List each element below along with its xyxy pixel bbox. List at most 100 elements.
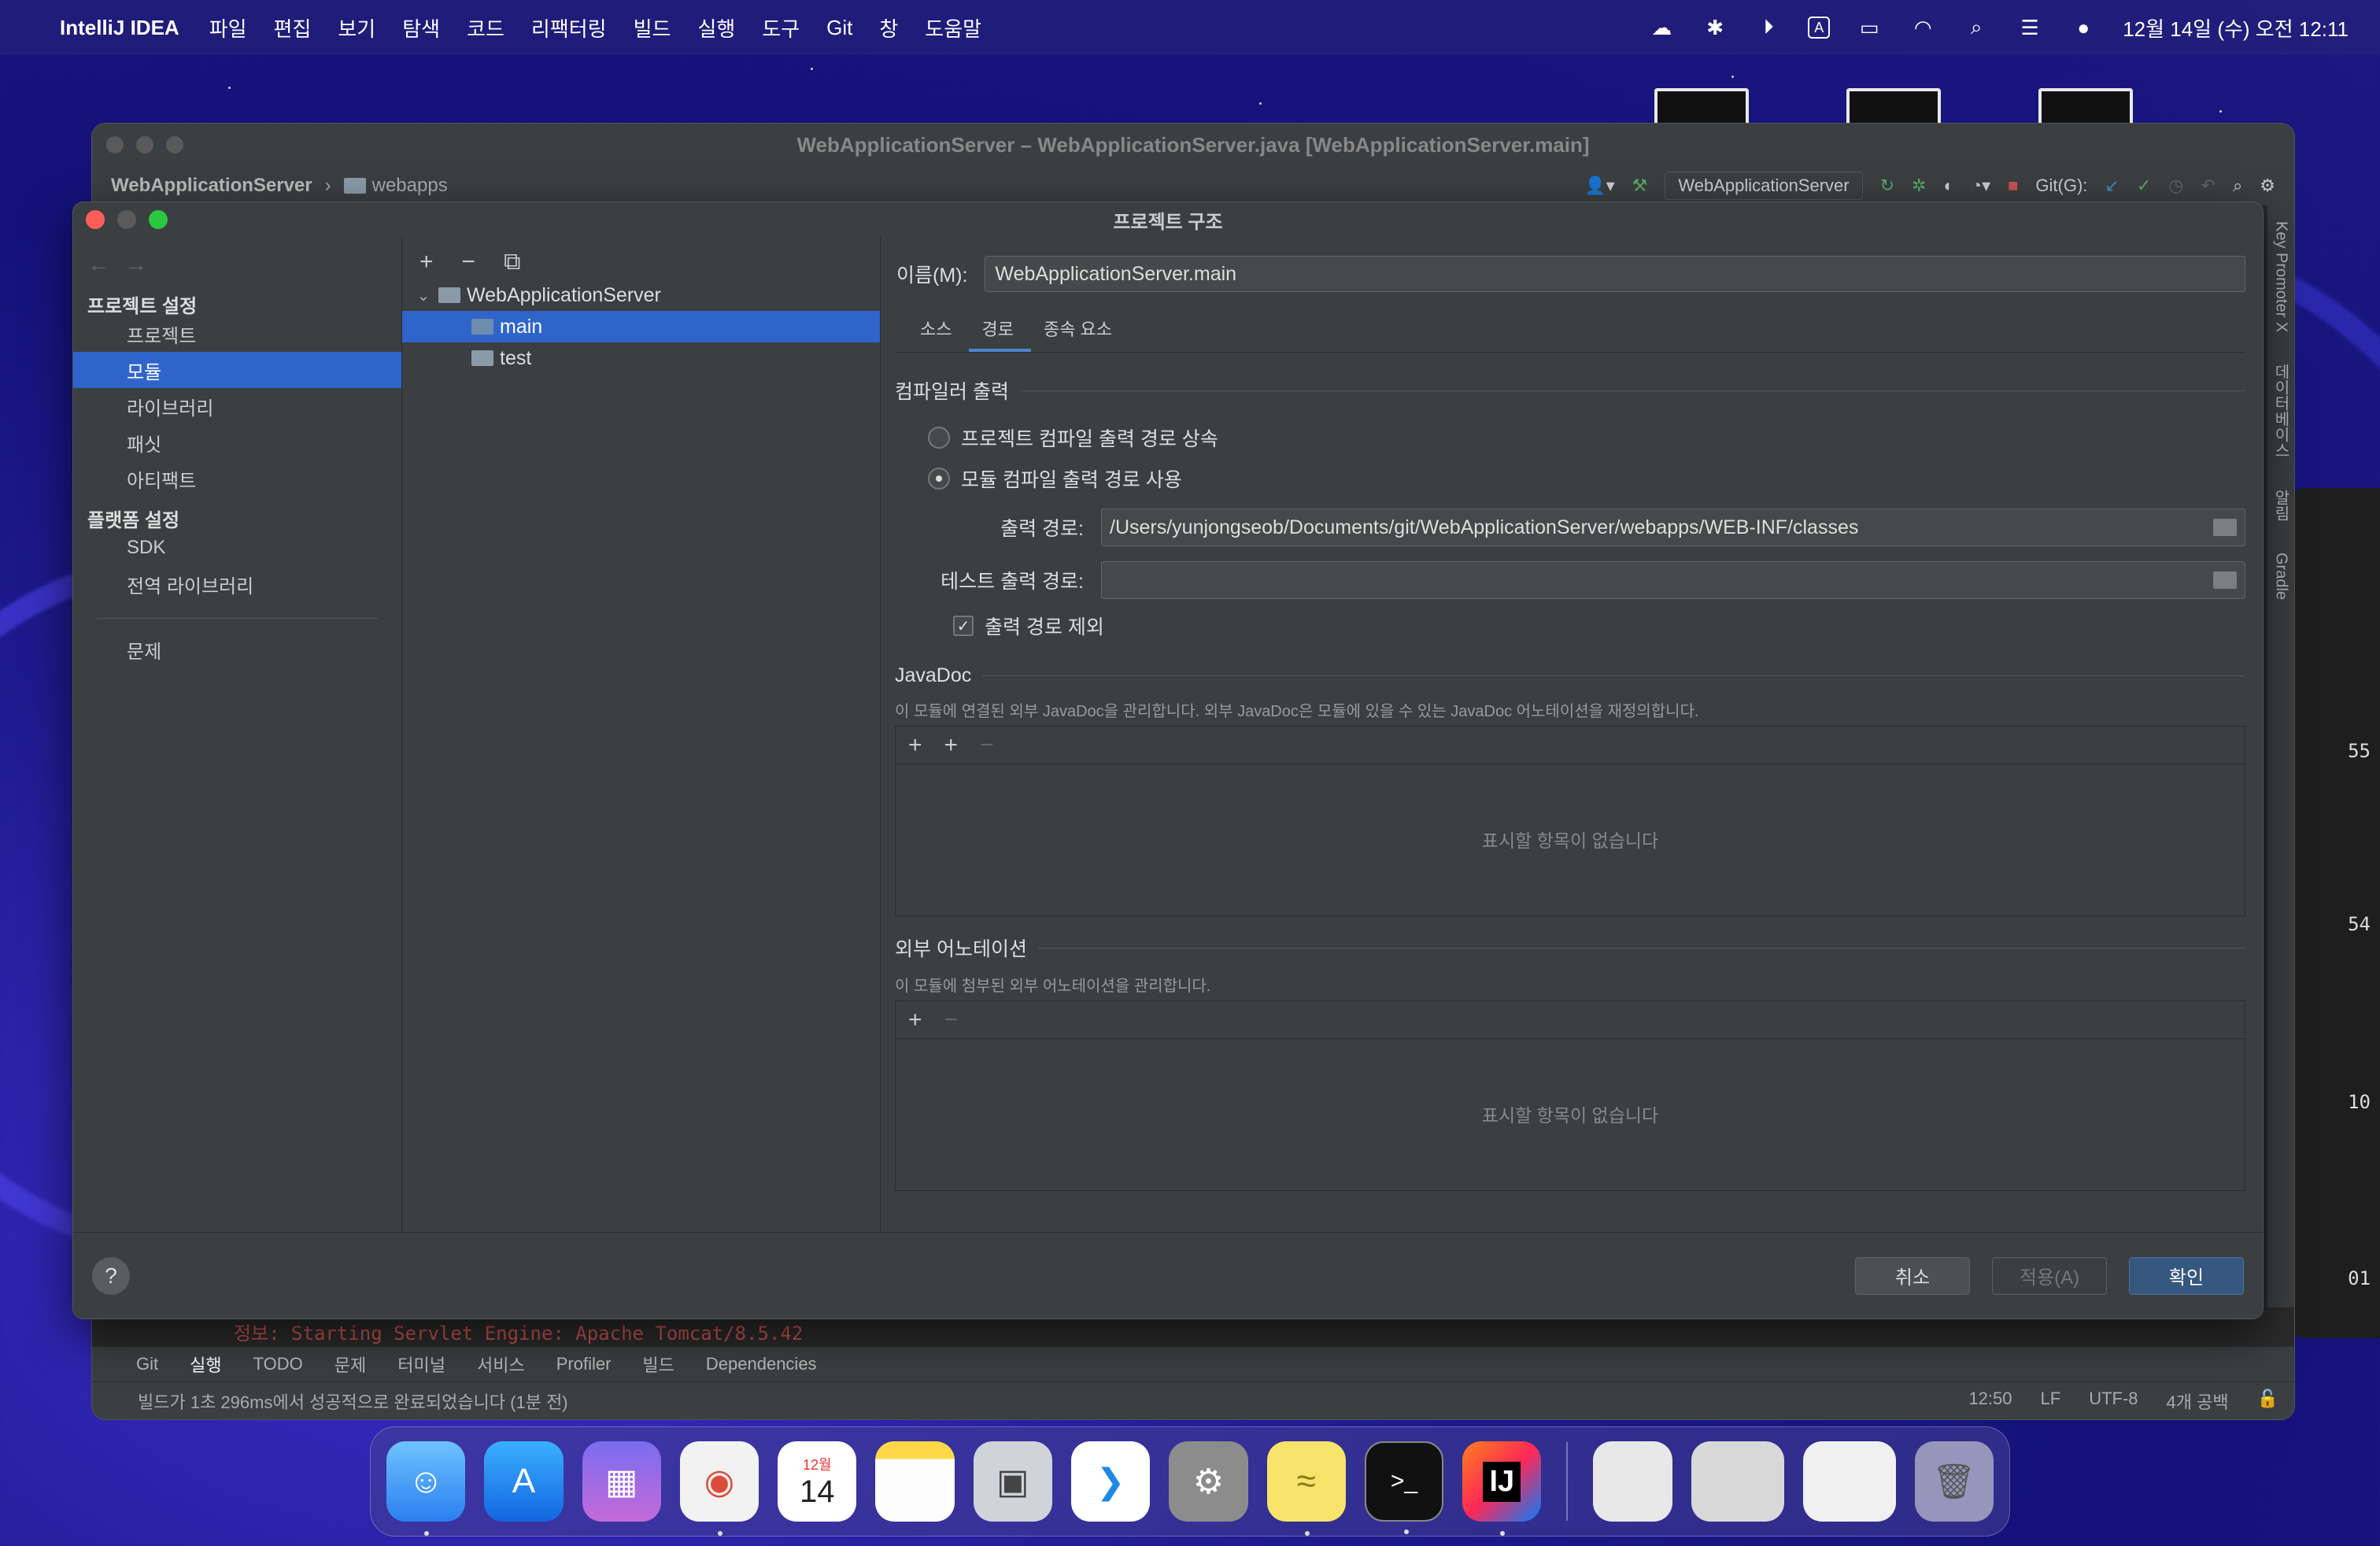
bluetooth-icon[interactable]: ✱ (1701, 16, 1729, 39)
minimized-window-icon[interactable] (1691, 1441, 1784, 1522)
git-update-icon[interactable]: ↙ (2105, 176, 2119, 196)
stickies-icon[interactable]: ≈ (1266, 1441, 1346, 1536)
tree-node-main[interactable]: main (402, 311, 880, 342)
minimized-window-icon[interactable] (1802, 1441, 1896, 1522)
battery-icon[interactable]: ▭ (1855, 16, 1883, 39)
remove-icon[interactable]: − (980, 732, 994, 759)
menu-build[interactable]: 빌드 (634, 13, 671, 43)
tab-terminal[interactable]: 터미널 (397, 1352, 445, 1377)
tab-services[interactable]: 서비스 (477, 1352, 525, 1377)
zoom-button[interactable] (166, 136, 183, 153)
remove-icon[interactable]: − (944, 1007, 959, 1034)
remove-icon[interactable]: − (462, 249, 476, 276)
launchpad-icon[interactable]: ▦ (582, 1441, 661, 1522)
sidebar-item-libraries[interactable]: 라이브러리 (73, 388, 401, 424)
menu-help[interactable]: 도움말 (925, 13, 981, 43)
tab-dependencies[interactable]: 종속 요소 (1031, 316, 1129, 352)
intellij-icon[interactable]: IJ (1462, 1441, 1542, 1536)
copy-icon[interactable]: ⧉ (504, 249, 520, 276)
git-rollback-icon[interactable]: ↶ (2201, 176, 2216, 196)
tab-todo[interactable]: TODO (253, 1354, 303, 1374)
desktop-file-thumbnail[interactable] (1654, 88, 1749, 126)
terminal-icon[interactable]: >_ (1364, 1441, 1444, 1534)
help-button[interactable]: ? (92, 1256, 130, 1295)
tab-paths[interactable]: 경로 (969, 316, 1032, 352)
radio-inherit[interactable] (928, 427, 950, 449)
run-configuration-selector[interactable]: WebApplicationServer (1665, 172, 1863, 200)
vscode-icon[interactable]: ❯ (1070, 1441, 1151, 1522)
tab-problems[interactable]: 문제 (334, 1352, 366, 1377)
input-source-indicator[interactable]: A (1808, 17, 1831, 39)
sidebar-item-project[interactable]: 프로젝트 (73, 316, 401, 352)
app-menu-name[interactable]: IntelliJ IDEA (60, 16, 179, 40)
ok-button[interactable]: 확인 (2129, 1256, 2244, 1295)
file-encoding[interactable]: UTF-8 (2089, 1389, 2138, 1414)
gradle-tool[interactable]: Gradle (2272, 553, 2290, 600)
key-promoter-tool[interactable]: Key Promoter X (2272, 221, 2290, 332)
finder-icon[interactable]: ☺ (386, 1441, 466, 1536)
test-output-path-field[interactable] (1101, 561, 2245, 599)
search-icon[interactable]: ⌕ (1962, 15, 1990, 39)
build-hammer-icon[interactable]: ⚒ (1632, 176, 1648, 196)
menu-git[interactable]: Git (826, 16, 852, 40)
exclude-output-checkbox[interactable]: ✓ (953, 616, 974, 636)
system-settings-icon[interactable]: ⚙ (1169, 1441, 1248, 1522)
dialog-titlebar[interactable]: 프로젝트 구조 (73, 202, 2263, 237)
menu-code[interactable]: 코드 (467, 13, 504, 43)
menu-tools[interactable]: 도구 (762, 13, 800, 43)
apply-button[interactable]: 적용(A) (1992, 1256, 2107, 1295)
add-icon[interactable]: + (908, 732, 922, 759)
tab-profiler[interactable]: Profiler (556, 1354, 612, 1374)
notes-icon[interactable] (875, 1441, 955, 1522)
tab-dependencies[interactable]: Dependencies (706, 1354, 817, 1374)
add-icon[interactable]: + (908, 1007, 922, 1034)
line-separator[interactable]: LF (2041, 1389, 2061, 1414)
tab-sources[interactable]: 소스 (907, 316, 969, 352)
search-everywhere-icon[interactable]: ⌕ (2233, 176, 2242, 196)
minimize-button[interactable] (117, 210, 136, 229)
back-arrow-icon[interactable]: ← (87, 252, 109, 277)
user-icon[interactable]: 👤▾ (1584, 176, 1614, 196)
radio-module-output[interactable] (928, 468, 950, 490)
chrome-icon[interactable]: ◉ (679, 1441, 759, 1536)
tree-node-root[interactable]: ⌄ WebApplicationServer (402, 279, 880, 311)
stop-icon[interactable]: ■ (2008, 176, 2018, 196)
menubar-clock[interactable]: 12월 14일 (수) 오전 12:11 (2123, 13, 2349, 43)
sidebar-item-facets[interactable]: 패싯 (73, 424, 401, 460)
calendar-icon[interactable]: 12월 14 (778, 1441, 857, 1522)
module-name-field[interactable]: WebApplicationServer.main (985, 256, 2245, 292)
module-output-option[interactable]: 모듈 컴파일 출력 경로 사용 (928, 458, 2245, 499)
breadcrumb-folder[interactable]: webapps (372, 175, 448, 197)
siri-icon[interactable]: ● (2069, 16, 2097, 39)
git-history-icon[interactable]: ◷ (2168, 176, 2183, 196)
add-url-icon[interactable]: + (944, 732, 959, 759)
desktop-file-thumbnail[interactable] (1846, 88, 1941, 126)
status-message[interactable]: 빌드가 1초 296ms에서 성공적으로 완료되었습니다 (1분 전) (138, 1389, 568, 1414)
trash-icon[interactable]: 🗑 (1914, 1441, 1994, 1522)
notifications-tool[interactable]: 알림 (2270, 490, 2293, 521)
wifi-icon[interactable]: ◠ (1909, 16, 1937, 39)
zoom-button[interactable] (149, 210, 168, 229)
sidebar-item-problems[interactable]: 문제 (73, 631, 401, 668)
menu-view[interactable]: 보기 (338, 13, 375, 43)
menu-refactor[interactable]: 리팩터링 (531, 13, 607, 43)
caret-position[interactable]: 12:50 (1968, 1389, 2012, 1414)
inherit-output-option[interactable]: 프로젝트 컴파일 출력 경로 상속 (928, 417, 2245, 458)
minimize-button[interactable] (136, 136, 153, 153)
database-tool[interactable]: 데이터베이스 (2270, 364, 2293, 458)
indent-setting[interactable]: 4개 공백 (2167, 1389, 2229, 1414)
add-icon[interactable]: + (419, 249, 434, 276)
menu-navigate[interactable]: 탐색 (402, 13, 440, 43)
sidebar-item-modules[interactable]: 모듈 (73, 352, 401, 388)
breadcrumb-project[interactable]: WebApplicationServer (111, 175, 312, 197)
tab-build[interactable]: 빌드 (642, 1352, 674, 1377)
menu-file[interactable]: 파일 (209, 13, 247, 43)
close-button[interactable] (106, 136, 124, 153)
play-circle-icon[interactable]: ⏵ (1754, 15, 1783, 39)
debug-icon[interactable]: ✲ (1912, 176, 1926, 196)
rerun-icon[interactable]: ↻ (1880, 176, 1894, 196)
cloud-icon[interactable]: ☁ (1647, 16, 1676, 39)
settings-gear-icon[interactable]: ⚙ (2260, 176, 2275, 196)
lock-icon[interactable]: 🔓 (2257, 1389, 2278, 1414)
profile-icon[interactable]: ◔▾ (1972, 176, 1990, 196)
